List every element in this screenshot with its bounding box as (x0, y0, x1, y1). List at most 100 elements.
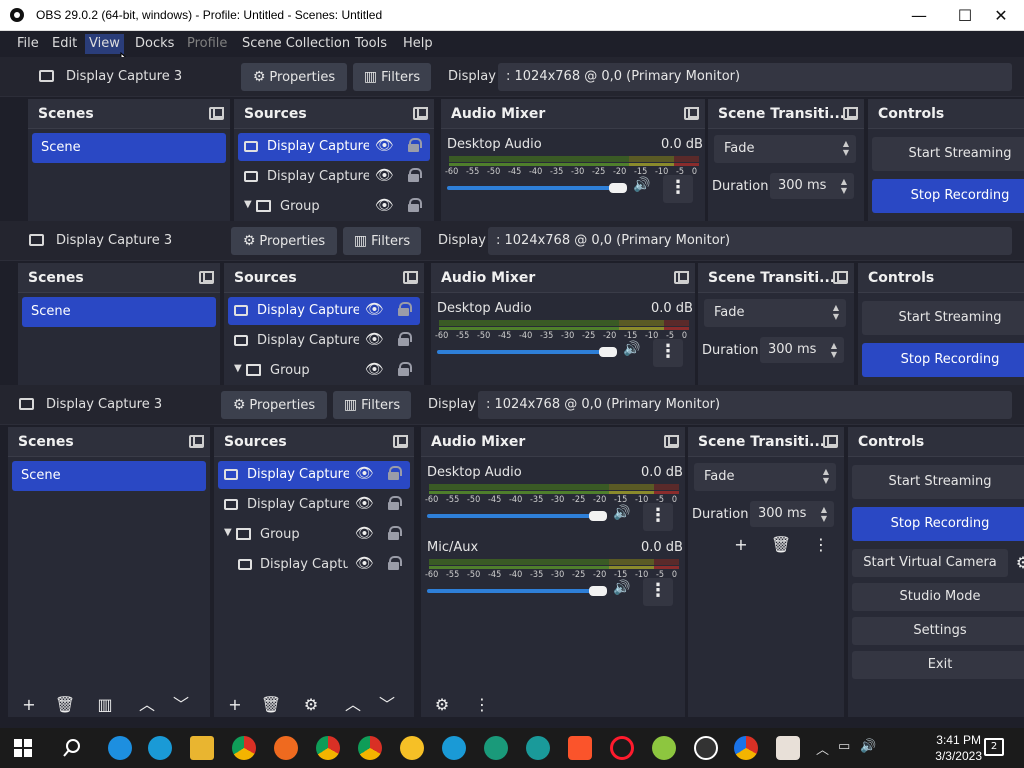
chrome-canary-icon[interactable] (400, 736, 424, 760)
source-row[interactable]: ▼ Group 👁 (238, 193, 430, 221)
lock-icon[interactable] (388, 526, 402, 540)
volume-slider-handle[interactable] (609, 183, 627, 193)
filters-button[interactable]: ▥ Filters (353, 63, 431, 91)
properties-button[interactable]: ⚙ Properties (241, 63, 347, 91)
visibility-eye-icon[interactable]: 👁 (355, 494, 374, 512)
channel-menu-icon[interactable]: ⋮ (643, 503, 673, 531)
source-row[interactable]: ▼ Group 👁 (218, 521, 410, 549)
lock-icon[interactable] (408, 138, 422, 152)
filters-button[interactable]: ▥ Filters (333, 391, 411, 419)
maxthon-icon[interactable] (652, 736, 676, 760)
transition-menu-icon[interactable]: ⋮ (808, 533, 834, 557)
brave-icon[interactable] (568, 736, 592, 760)
transition-select[interactable]: Fade ▲ ▼ (714, 135, 856, 163)
volume-slider[interactable] (447, 186, 617, 190)
remove-source-icon[interactable]: 🗑 (258, 693, 284, 717)
properties-button[interactable]: ⚙ Properties (231, 227, 337, 255)
chrome-beta-icon[interactable] (316, 736, 340, 760)
scene-item[interactable]: Scene (22, 297, 216, 327)
scene-filters-icon[interactable]: ▥ (92, 693, 118, 717)
menu-view[interactable]: View (85, 34, 124, 54)
opera-icon[interactable] (610, 736, 634, 760)
chrome-icon[interactable] (232, 736, 256, 760)
firefox-icon[interactable] (274, 736, 298, 760)
exit-button[interactable]: Exit (852, 651, 1024, 679)
undock-icon[interactable] (199, 271, 214, 284)
mixer-advanced-gear-icon[interactable]: ⚙ (429, 693, 455, 717)
edge-beta-icon[interactable] (442, 736, 466, 760)
menu-docks[interactable]: Docks (131, 34, 178, 54)
move-down-icon[interactable]: ﹀ (374, 693, 400, 717)
transition-select[interactable]: Fade ▲ ▼ (694, 463, 836, 491)
source-row[interactable]: ▼ Group 👁 (228, 357, 420, 385)
settings-button[interactable]: Settings (852, 617, 1024, 645)
lock-icon[interactable] (408, 168, 422, 182)
mixer-menu-icon[interactable]: ⋮ (469, 693, 495, 717)
volume-slider-handle[interactable] (599, 347, 617, 357)
menu-scene-collection[interactable]: Scene Collection (238, 34, 354, 54)
volume-icon[interactable]: 🔊 (860, 739, 876, 754)
channel-menu-icon[interactable]: ⋮ (643, 578, 673, 606)
move-up-icon[interactable]: ︿ (340, 693, 366, 717)
edge-canary-icon[interactable] (526, 736, 550, 760)
undock-icon[interactable] (403, 271, 418, 284)
move-up-icon[interactable]: ︿ (134, 693, 160, 717)
visibility-eye-icon[interactable]: 👁 (365, 360, 384, 378)
visibility-eye-icon[interactable]: 👁 (365, 300, 384, 318)
stop-recording-button[interactable]: Stop Recording (862, 343, 1024, 377)
visibility-eye-icon[interactable]: 👁 (355, 554, 374, 572)
remove-scene-icon[interactable]: 🗑 (52, 693, 78, 717)
studio-mode-button[interactable]: Studio Mode (852, 583, 1024, 611)
menu-tools[interactable]: Tools (351, 34, 391, 54)
channel-menu-icon[interactable]: ⋮ (653, 339, 683, 367)
stop-recording-button[interactable]: Stop Recording (852, 507, 1024, 541)
volume-slider-handle[interactable] (589, 511, 607, 521)
speaker-icon[interactable]: 🔊 (633, 177, 650, 193)
stop-recording-button[interactable]: Stop Recording (872, 179, 1024, 213)
undock-icon[interactable] (664, 435, 679, 448)
speaker-icon[interactable]: 🔊 (613, 580, 630, 596)
start-virtual-camera-button[interactable]: Start Virtual Camera (852, 549, 1008, 577)
undock-icon[interactable] (684, 107, 699, 120)
visibility-eye-icon[interactable]: 👁 (375, 166, 394, 184)
chrome-dev-icon[interactable] (358, 736, 382, 760)
remove-transition-icon[interactable]: 🗑 (768, 533, 794, 557)
volume-slider[interactable] (427, 514, 597, 518)
display-select[interactable]: : 1024x768 @ 0,0 (Primary Monitor) (478, 391, 1012, 419)
notification-icon[interactable]: 2 (984, 738, 1004, 756)
chromium-icon[interactable] (734, 736, 758, 760)
duration-input[interactable]: 300 ms ▲ ▼ (770, 173, 854, 199)
search-icon[interactable] (62, 738, 82, 758)
close-button[interactable]: ✕ (978, 0, 1024, 31)
start-streaming-button[interactable]: Start Streaming (862, 301, 1024, 335)
minimize-button[interactable]: — (896, 0, 942, 31)
undock-icon[interactable] (413, 107, 428, 120)
undock-icon[interactable] (833, 271, 848, 284)
source-row[interactable]: Display Capture 3 👁 (218, 461, 410, 489)
visibility-eye-icon[interactable]: 👁 (365, 330, 384, 348)
virtual-camera-settings-gear-icon[interactable]: ⚙ (1010, 551, 1024, 575)
lock-icon[interactable] (408, 198, 422, 212)
channel-menu-icon[interactable]: ⋮ (663, 175, 693, 203)
source-row[interactable]: Display Capture 2 👁 (238, 163, 430, 191)
properties-button[interactable]: ⚙ Properties (221, 391, 327, 419)
start-streaming-button[interactable]: Start Streaming (872, 137, 1024, 171)
undock-icon[interactable] (823, 435, 838, 448)
source-row[interactable]: Display Capture 2 👁 (218, 491, 410, 519)
menu-profile[interactable]: Profile (183, 34, 231, 54)
display-select[interactable]: : 1024x768 @ 0,0 (Primary Monitor) (488, 227, 1012, 255)
speaker-icon[interactable]: 🔊 (613, 505, 630, 521)
scene-item[interactable]: Scene (32, 133, 226, 163)
undock-icon[interactable] (674, 271, 689, 284)
source-row[interactable]: Display Capture 3 👁 (228, 297, 420, 325)
collapse-caret-icon[interactable]: ▼ (244, 199, 252, 210)
lock-icon[interactable] (398, 302, 412, 316)
collapse-caret-icon[interactable]: ▼ (224, 527, 232, 538)
visibility-eye-icon[interactable]: 👁 (355, 524, 374, 542)
lock-icon[interactable] (398, 332, 412, 346)
collapse-caret-icon[interactable]: ▼ (234, 363, 242, 374)
filters-button[interactable]: ▥ Filters (343, 227, 421, 255)
volume-slider[interactable] (427, 589, 597, 593)
visibility-eye-icon[interactable]: 👁 (375, 136, 394, 154)
menu-edit[interactable]: Edit (48, 34, 81, 54)
